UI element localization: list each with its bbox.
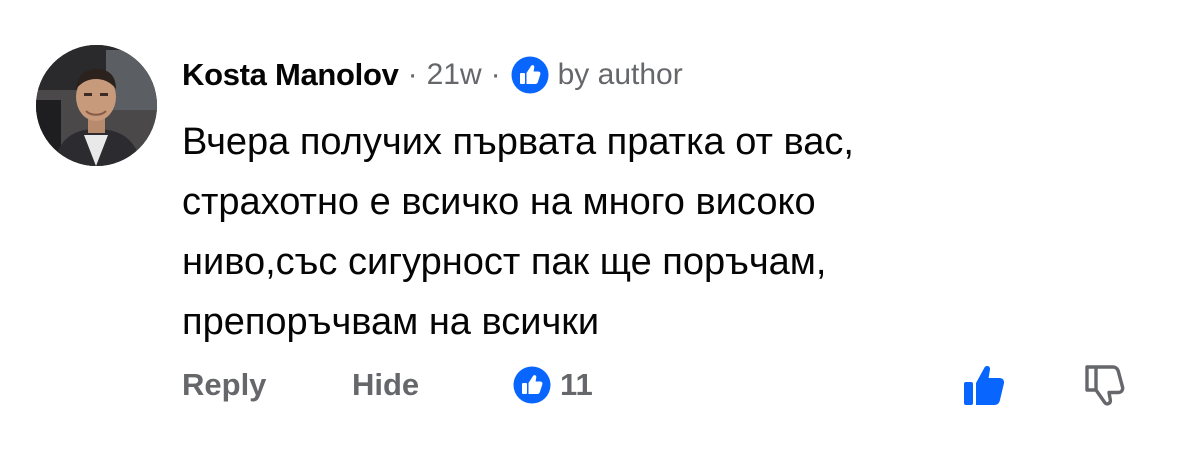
comment-text-line: страхотно е всичко на много високо xyxy=(182,181,816,223)
separator: · xyxy=(407,58,418,91)
dislike-button[interactable] xyxy=(1082,362,1128,408)
comment-actions: Reply Hide 11 xyxy=(0,360,1179,410)
comment-text-line: ниво,със сигурност пак ще поръчам, xyxy=(182,241,827,283)
reaction-count: 11 xyxy=(560,367,593,402)
thumbs-up-circle-icon xyxy=(510,55,550,95)
hide-button[interactable]: Hide xyxy=(352,360,419,410)
comment-timestamp[interactable]: 21w xyxy=(427,58,482,92)
reply-button[interactable]: Reply xyxy=(182,360,266,410)
avatar[interactable] xyxy=(36,45,157,166)
thumbs-up-icon xyxy=(964,366,1005,405)
comment-text-line: Вчера получих първата пратка от вас, xyxy=(182,121,854,163)
by-author-label: by author xyxy=(557,58,683,91)
reaction-summary[interactable]: 11 xyxy=(512,364,593,406)
like-button[interactable] xyxy=(961,362,1007,408)
separator: · xyxy=(490,58,501,91)
thumbs-down-icon xyxy=(1085,365,1125,406)
author-name[interactable]: Kosta Manolov xyxy=(182,57,399,93)
comment-header: Kosta Manolov · 21w · by author xyxy=(182,52,683,98)
comment-text-line: препоръчвам на всички xyxy=(182,301,600,343)
comment-body: Вчера получих първата пратка от вас, стр… xyxy=(182,112,1142,352)
thumbs-up-circle-icon xyxy=(513,366,551,404)
